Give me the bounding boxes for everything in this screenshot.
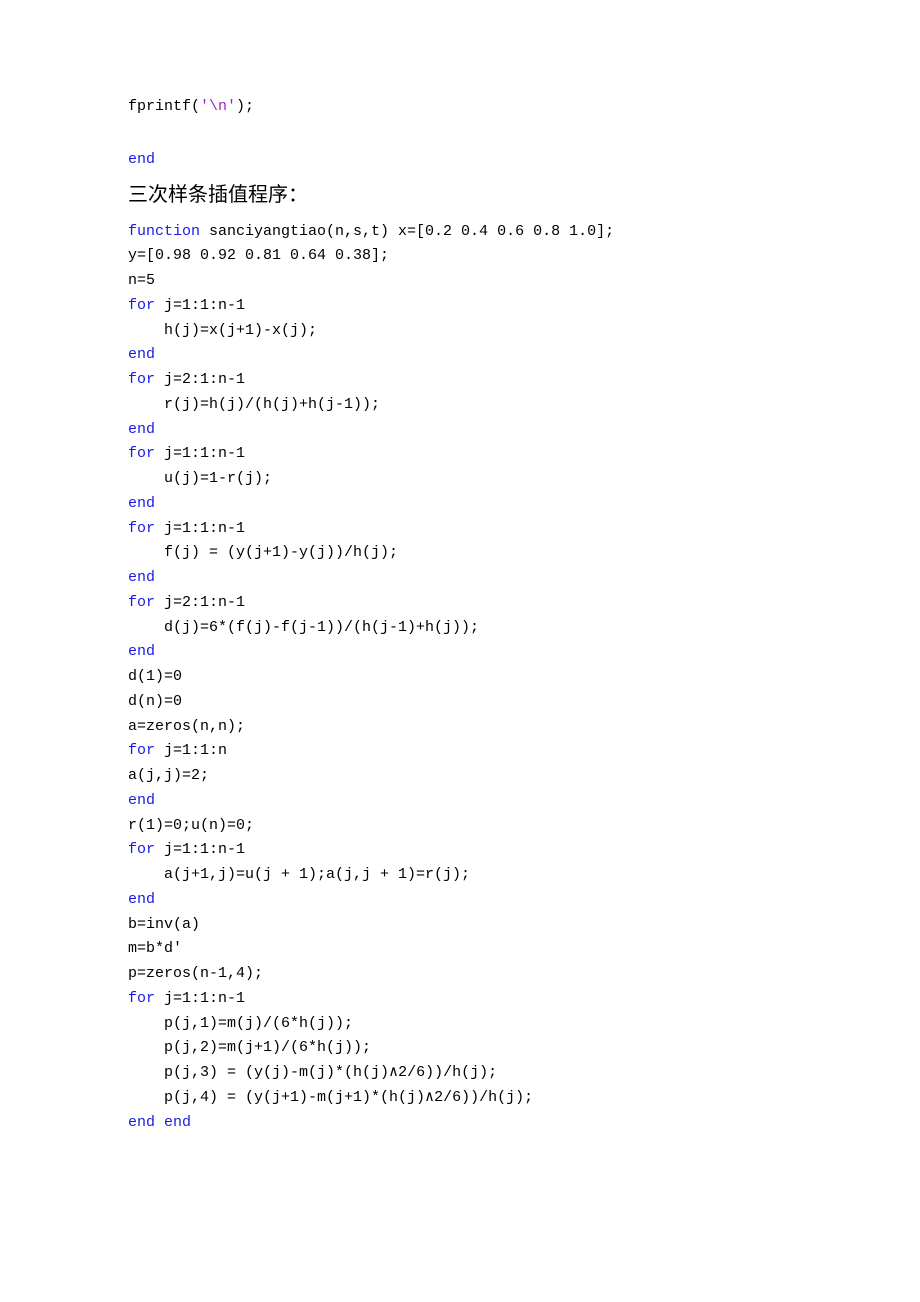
code-token: b=inv(a)	[128, 916, 200, 933]
code-token: j=1:1:n-1	[164, 990, 245, 1007]
code-token: end	[128, 346, 155, 363]
code-token: j=1:1:n-1	[164, 520, 245, 537]
code-token: for	[128, 841, 164, 858]
code-token: end end	[128, 1114, 191, 1131]
code-line: for j=1:1:n-1	[128, 294, 920, 319]
code-token: for	[128, 371, 164, 388]
code-line: for j=1:1:n-1	[128, 442, 920, 467]
code-line: n=5	[128, 269, 920, 294]
code-line: function sanciyangtiao(n,s,t) x=[0.2 0.4…	[128, 220, 920, 245]
code-token: n=5	[128, 272, 155, 289]
spacer	[128, 120, 920, 148]
code-token: d(1)=0	[128, 668, 182, 685]
code-line: end	[128, 789, 920, 814]
code-token: j=2:1:n-1	[164, 371, 245, 388]
code-token: for	[128, 990, 164, 1007]
code-line: d(n)=0	[128, 690, 920, 715]
code-line: end	[128, 418, 920, 443]
code-line: p(j,3) = (y(j)-m(j)*(h(j)∧2/6))/h(j);	[128, 1061, 920, 1086]
code-token: p(j,1)=m(j)/(6*h(j));	[128, 1015, 353, 1032]
code-line: b=inv(a)	[128, 913, 920, 938]
code-token: j=1:1:n	[164, 742, 227, 759]
code-line: for j=2:1:n-1	[128, 591, 920, 616]
code-token: p=zeros(n-1,4);	[128, 965, 263, 982]
code-line: a(j+1,j)=u(j + 1);a(j,j + 1)=r(j);	[128, 863, 920, 888]
code-token: d(n)=0	[128, 693, 182, 710]
code-token: r(1)=0;u(n)=0;	[128, 817, 254, 834]
code-line: for j=1:1:n-1	[128, 517, 920, 542]
code-line: a(j,j)=2;	[128, 764, 920, 789]
code-token: a(j+1,j)=u(j + 1);a(j,j + 1)=r(j);	[128, 866, 470, 883]
code-block-1b: end	[128, 148, 920, 173]
code-token: y=[0.98 0.92 0.81 0.64 0.38];	[128, 247, 389, 264]
code-token: j=2:1:n-1	[164, 594, 245, 611]
code-token: sanciyangtiao(n,s,t) x=[0.2 0.4 0.6 0.8 …	[209, 223, 614, 240]
code-line: d(j)=6*(f(j)-f(j-1))/(h(j-1)+h(j));	[128, 616, 920, 641]
code-line: for j=1:1:n-1	[128, 987, 920, 1012]
code-token: m=b*d'	[128, 940, 182, 957]
code-token: h(j)=x(j+1)-x(j);	[128, 322, 317, 339]
code-token: for	[128, 297, 164, 314]
code-token: r(j)=h(j)/(h(j)+h(j-1));	[128, 396, 380, 413]
code-token: d(j)=6*(f(j)-f(j-1))/(h(j-1)+h(j));	[128, 619, 479, 636]
section-heading: 三次样条插值程序：	[128, 179, 920, 212]
code-line: end	[128, 148, 920, 173]
code-token: end	[128, 151, 155, 168]
code-line: h(j)=x(j+1)-x(j);	[128, 319, 920, 344]
code-token: fprintf(	[128, 98, 200, 115]
code-token: end	[128, 792, 155, 809]
code-token: for	[128, 594, 164, 611]
code-line: y=[0.98 0.92 0.81 0.64 0.38];	[128, 244, 920, 269]
code-line: end end	[128, 1111, 920, 1136]
code-line: fprintf('\n');	[128, 95, 920, 120]
code-line: u(j)=1-r(j);	[128, 467, 920, 492]
code-line: a=zeros(n,n);	[128, 715, 920, 740]
code-token: a(j,j)=2;	[128, 767, 209, 784]
code-line: for j=1:1:n-1	[128, 838, 920, 863]
code-token: u(j)=1-r(j);	[128, 470, 272, 487]
code-line: d(1)=0	[128, 665, 920, 690]
code-token: end	[128, 643, 155, 660]
code-block-1: fprintf('\n');	[128, 95, 920, 120]
code-line: end	[128, 566, 920, 591]
code-token: j=1:1:n-1	[164, 445, 245, 462]
code-line: r(j)=h(j)/(h(j)+h(j-1));	[128, 393, 920, 418]
code-token: );	[236, 98, 254, 115]
code-token: a=zeros(n,n);	[128, 718, 245, 735]
code-token: f(j) = (y(j+1)-y(j))/h(j);	[128, 544, 398, 561]
code-token: end	[128, 569, 155, 586]
code-line: end	[128, 492, 920, 517]
code-token: j=1:1:n-1	[164, 841, 245, 858]
code-token: for	[128, 445, 164, 462]
code-line: p(j,2)=m(j+1)/(6*h(j));	[128, 1036, 920, 1061]
code-line: r(1)=0;u(n)=0;	[128, 814, 920, 839]
code-line: end	[128, 888, 920, 913]
code-line: f(j) = (y(j+1)-y(j))/h(j);	[128, 541, 920, 566]
code-token: end	[128, 495, 155, 512]
code-token: for	[128, 520, 164, 537]
code-line: p(j,1)=m(j)/(6*h(j));	[128, 1012, 920, 1037]
code-line: end	[128, 343, 920, 368]
code-line: end	[128, 640, 920, 665]
code-token: function	[128, 223, 209, 240]
code-line: for j=1:1:n	[128, 739, 920, 764]
code-token: j=1:1:n-1	[164, 297, 245, 314]
code-token: p(j,3) = (y(j)-m(j)*(h(j)∧2/6))/h(j);	[128, 1064, 497, 1081]
code-token: end	[128, 891, 155, 908]
code-line: for j=2:1:n-1	[128, 368, 920, 393]
code-token: p(j,2)=m(j+1)/(6*h(j));	[128, 1039, 371, 1056]
code-line: p(j,4) = (y(j+1)-m(j+1)*(h(j)∧2/6))/h(j)…	[128, 1086, 920, 1111]
code-token: p(j,4) = (y(j+1)-m(j+1)*(h(j)∧2/6))/h(j)…	[128, 1089, 533, 1106]
code-line: m=b*d'	[128, 937, 920, 962]
code-token: end	[128, 421, 155, 438]
code-line: p=zeros(n-1,4);	[128, 962, 920, 987]
code-token: '\n'	[200, 98, 236, 115]
code-token: for	[128, 742, 164, 759]
code-block-2: function sanciyangtiao(n,s,t) x=[0.2 0.4…	[128, 220, 920, 1136]
document-page: fprintf('\n'); end 三次样条插值程序： function sa…	[0, 0, 920, 1302]
